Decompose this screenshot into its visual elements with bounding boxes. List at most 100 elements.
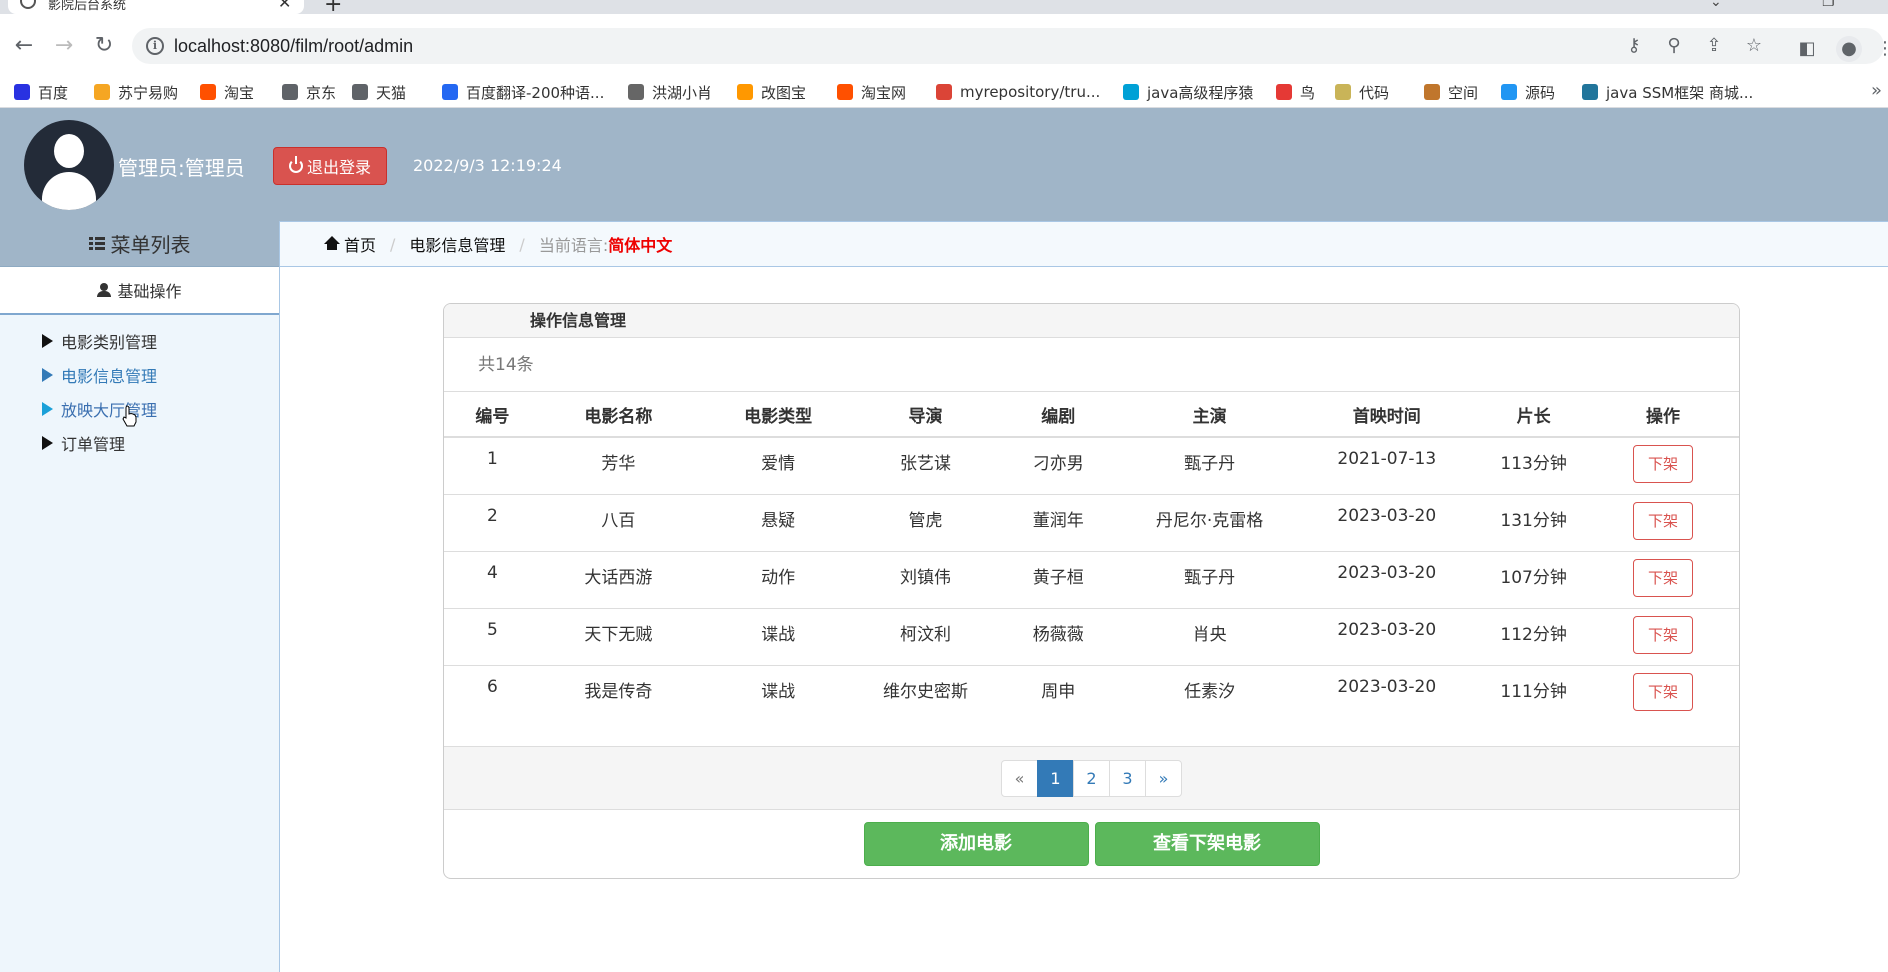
bookmark-item[interactable]: 鸟 — [1276, 82, 1315, 102]
section-label: 基础操作 — [117, 282, 182, 301]
restore-window-icon[interactable]: ❐ — [1822, 0, 1835, 10]
reload-icon[interactable]: ↻ — [90, 32, 118, 60]
home-icon[interactable] — [324, 236, 340, 250]
back-icon[interactable]: ← — [10, 32, 38, 60]
bookmark-label: 苏宁易购 — [118, 83, 179, 102]
cell-type: 动作 — [696, 551, 861, 609]
breadcrumb-current[interactable]: 电影信息管理 — [409, 232, 505, 256]
menu-icon[interactable]: ⋮ — [1872, 36, 1888, 62]
sidebar-item-movie-info[interactable]: 电影信息管理 — [0, 358, 279, 392]
cell-writer: 董润年 — [990, 494, 1126, 552]
bookmark-item[interactable]: 源码 — [1501, 82, 1555, 102]
bookmark-item[interactable]: 改图宝 — [737, 82, 806, 102]
cell-director: 张艺谋 — [860, 437, 991, 495]
bookmark-item[interactable]: myrepository/tru... — [936, 82, 1100, 102]
cell-id: 2 — [444, 494, 541, 552]
image-icon — [737, 84, 753, 100]
take-down-button[interactable]: 下架 — [1633, 445, 1694, 483]
cell-id: 1 — [444, 437, 541, 495]
bookmark-item[interactable]: 空间 — [1424, 82, 1478, 102]
bookmark-item[interactable]: 淘宝 — [200, 82, 254, 102]
page-button[interactable]: 2 — [1073, 759, 1110, 797]
caret-right-icon — [42, 402, 53, 416]
cell-date: 2023-03-20 — [1293, 494, 1481, 552]
column-header: 操作 — [1587, 392, 1739, 438]
bookmark-item[interactable]: 代码 — [1335, 82, 1389, 102]
view-off-shelf-button[interactable]: 查看下架电影 — [1094, 822, 1320, 866]
key-icon[interactable]: ⚷ — [1622, 34, 1646, 58]
cell-star: 甄子丹 — [1125, 437, 1294, 495]
bookmark-item[interactable]: java SSM框架 商城... — [1582, 82, 1753, 102]
cell-id: 4 — [444, 551, 541, 609]
breadcrumb: 首页 / 电影信息管理 / 当前语言: 简体中文 — [280, 221, 1888, 267]
take-down-button[interactable]: 下架 — [1633, 501, 1694, 540]
user-icon — [97, 283, 112, 297]
cell-director: 刘镇伟 — [860, 551, 991, 609]
bookmark-label: java SSM框架 商城... — [1606, 83, 1754, 102]
app-header: 管理员:管理员 退出登录 2022/9/3 12:19:24 — [0, 108, 1888, 221]
language-value[interactable]: 简体中文 — [608, 232, 672, 256]
bookmark-label: 淘宝 — [224, 83, 255, 102]
cell-star: 任素汐 — [1184, 681, 1236, 702]
menu-title-label: 菜单列表 — [110, 233, 191, 257]
bookmark-label: 京东 — [306, 83, 337, 102]
cell-star: 肖央 — [1125, 608, 1294, 666]
bookmark-item[interactable]: 天猫 — [352, 82, 406, 102]
logout-label: 退出登录 — [306, 158, 371, 177]
bookmark-label: myrepository/tru... — [960, 83, 1101, 101]
bookmark-item[interactable]: 百度翻译-200种语... — [442, 82, 604, 102]
url-text[interactable]: localhost:8080/film/root/admin — [174, 36, 413, 57]
close-icon[interactable]: ✕ — [278, 0, 291, 12]
cell-name: 八百 — [540, 494, 696, 552]
take-down-button[interactable]: 下架 — [1633, 615, 1694, 654]
sidebar-item-hall[interactable]: 放映大厅管理 — [0, 392, 279, 426]
prev-page-button[interactable]: « — [1001, 759, 1038, 797]
sidebar-item-label: 电影信息管理 — [61, 367, 158, 386]
cell-name: 大话西游 — [540, 551, 696, 609]
star-icon[interactable]: ☆ — [1742, 34, 1766, 58]
cell-name: 芳华 — [540, 437, 696, 495]
bookmark-item[interactable]: 苏宁易购 — [94, 82, 178, 102]
address-bar[interactable]: i localhost:8080/film/root/admin ⚷ ⚲ ⇪ ☆ — [132, 28, 1884, 64]
more-bookmarks-icon[interactable]: » — [1871, 80, 1882, 101]
forward-icon[interactable]: → — [50, 32, 78, 60]
list-icon — [88, 236, 105, 251]
globe-icon — [282, 84, 298, 100]
take-down-button[interactable]: 下架 — [1633, 672, 1694, 711]
page-button[interactable]: 1 — [1037, 759, 1074, 797]
suning-icon — [94, 84, 110, 100]
chrome-icon — [936, 84, 952, 100]
bookmark-item[interactable]: 百度 — [14, 82, 68, 102]
menu-list: 电影类别管理 电影信息管理 放映大厅管理 订单管理 — [0, 315, 279, 460]
translate-icon — [442, 84, 458, 100]
bookmark-item[interactable]: 洪湖小肖 — [628, 82, 712, 102]
logout-button[interactable]: 退出登录 — [273, 147, 387, 185]
caret-right-icon — [42, 334, 53, 348]
profile-icon[interactable]: ● — [1836, 36, 1862, 62]
page-button[interactable]: 3 — [1109, 759, 1146, 797]
cell-director: 维尔史密斯 — [883, 681, 969, 702]
add-movie-button[interactable]: 添加电影 — [863, 822, 1089, 866]
tab-search-icon[interactable]: ⌄ — [1710, 0, 1722, 10]
take-down-button[interactable]: 下架 — [1633, 558, 1694, 597]
sidebar-item-movie-category[interactable]: 电影类别管理 — [0, 324, 279, 358]
sidebar-toggle-icon[interactable]: ◧ — [1794, 36, 1820, 62]
browser-tab[interactable]: 影院后台系统 ✕ — [8, 0, 304, 14]
movie-panel: 操作信息管理 共14条 编号 电影名称 电影类型 导演 编剧 主演 首映时间 片长 操作 1 芳华… — [443, 303, 1740, 879]
bookmark-item[interactable]: java高级程序猿 — [1123, 82, 1253, 102]
next-page-button[interactable]: » — [1145, 759, 1182, 797]
column-header: 导演 — [860, 392, 991, 438]
bookmark-label: 百度翻译-200种语... — [466, 83, 605, 102]
zoom-icon[interactable]: ⚲ — [1662, 34, 1686, 58]
bookmark-item[interactable]: 淘宝网 — [837, 82, 906, 102]
share-icon[interactable]: ⇪ — [1702, 34, 1726, 58]
section-basic-ops[interactable]: 基础操作 — [0, 267, 279, 315]
taobao-icon — [837, 84, 853, 100]
info-icon[interactable]: i — [146, 37, 164, 55]
breadcrumb-home[interactable]: 首页 — [344, 232, 376, 256]
cell-length: 112分钟 — [1480, 608, 1588, 666]
bookmark-item[interactable]: 京东 — [282, 82, 336, 102]
cell-star: 甄子丹 — [1125, 551, 1294, 609]
sidebar-item-orders[interactable]: 订单管理 — [0, 426, 279, 460]
sidebar: 菜单列表 基础操作 电影类别管理 电影信息管理 放映大厅管理 订单管理 — [0, 221, 280, 972]
